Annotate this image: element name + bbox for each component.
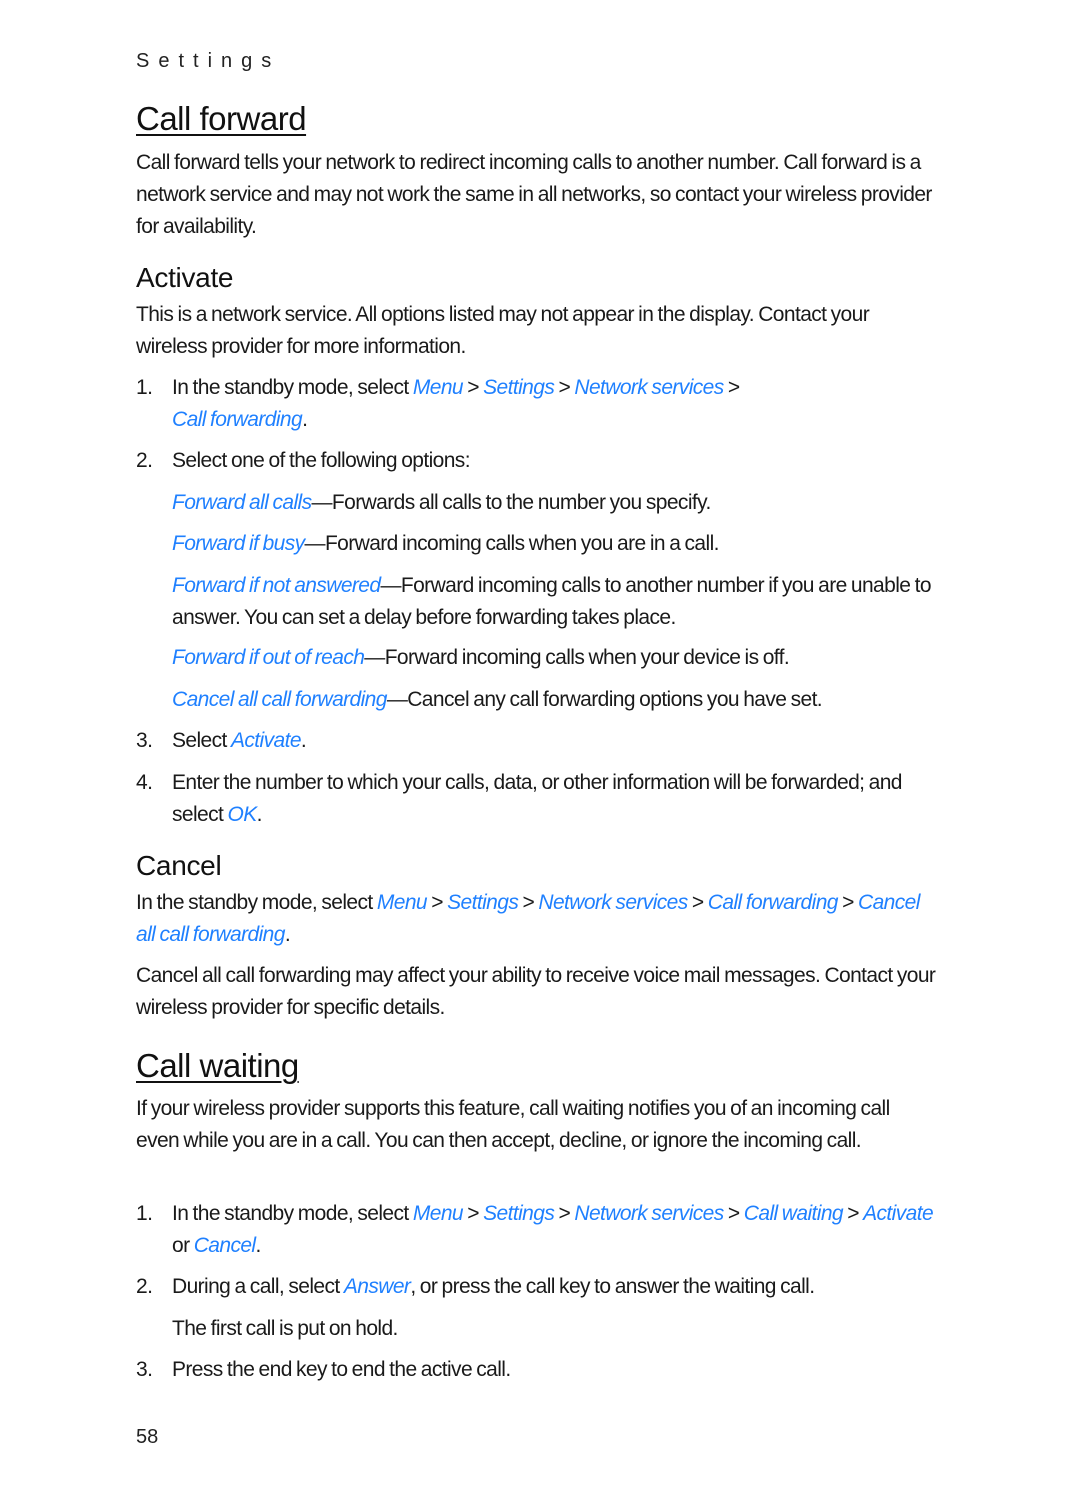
call-waiting-intro: If your wireless provider supports this … bbox=[136, 1097, 890, 1152]
option-desc: —Cancel any call forwarding options you … bbox=[386, 688, 823, 711]
step-number: 2. bbox=[136, 1275, 153, 1298]
option-link[interactable]: Cancel all call forwarding bbox=[172, 688, 387, 711]
call-waiting-link[interactable]: Call waiting bbox=[744, 1202, 844, 1225]
step-text: Select one of the following options: bbox=[172, 449, 471, 472]
step-number: 3. bbox=[136, 729, 153, 752]
separator: > bbox=[554, 376, 575, 399]
cancel-instructions: In the standby mode, select Menu > Setti… bbox=[136, 891, 920, 946]
period: . bbox=[256, 803, 263, 826]
or-text: or bbox=[172, 1234, 194, 1257]
page-number: 58 bbox=[136, 1426, 159, 1448]
period: . bbox=[302, 408, 308, 431]
cancel-note: Cancel all call forwarding may affect yo… bbox=[136, 964, 936, 1019]
step-text: In the standby mode, select bbox=[172, 1202, 413, 1225]
network-services-link[interactable]: Network services bbox=[574, 1202, 724, 1225]
period: . bbox=[255, 1234, 262, 1257]
call-forward-intro: Call forward tells your network to redir… bbox=[136, 151, 932, 238]
period: . bbox=[284, 923, 291, 946]
subsection-title-activate: Activate bbox=[136, 262, 234, 293]
settings-link[interactable]: Settings bbox=[483, 376, 555, 399]
separator: > bbox=[463, 376, 484, 399]
step-text: In the standby mode, select bbox=[172, 376, 413, 399]
step-text: Press the end key to end the active call… bbox=[172, 1358, 511, 1381]
ok-link[interactable]: OK bbox=[228, 803, 258, 826]
step-text: During a call, select bbox=[172, 1275, 344, 1298]
network-services-link[interactable]: Network services bbox=[574, 376, 724, 399]
option-link[interactable]: Forward if not answered bbox=[172, 574, 381, 597]
menu-link[interactable]: Menu bbox=[413, 376, 464, 399]
option-link[interactable]: Forward if busy bbox=[172, 532, 305, 555]
step-text-suffix: , or press the call key to answer the wa… bbox=[410, 1275, 815, 1298]
option-forward-if-busy: Forward if busy—Forward incoming calls w… bbox=[172, 528, 932, 560]
option-forward-all-calls: Forward all calls—Forwards all calls to … bbox=[172, 487, 932, 519]
option-desc: —Forwards all calls to the number you sp… bbox=[311, 491, 712, 514]
option-link[interactable]: Forward if out of reach bbox=[172, 646, 365, 669]
settings-link[interactable]: Settings bbox=[447, 891, 519, 914]
option-forward-if-out-of-reach: Forward if out of reach—Forward incoming… bbox=[172, 642, 932, 674]
call-forwarding-link[interactable]: Call forwarding bbox=[708, 891, 839, 914]
period: . bbox=[300, 729, 307, 752]
step-number: 1. bbox=[136, 376, 153, 399]
option-link[interactable]: Forward all calls bbox=[172, 491, 312, 514]
activate-link[interactable]: Activate bbox=[863, 1202, 934, 1225]
section-title-call-waiting: Call waiting bbox=[136, 1047, 299, 1084]
step-number: 1. bbox=[136, 1202, 153, 1225]
section-title-call-forward: Call forward bbox=[136, 100, 307, 137]
call-forwarding-link[interactable]: Call forwarding bbox=[172, 408, 303, 431]
call-waiting-step-2-note: The first call is put on hold. bbox=[172, 1317, 398, 1340]
settings-link[interactable]: Settings bbox=[483, 1202, 555, 1225]
step-text: Enter the number to which your calls, da… bbox=[172, 771, 902, 826]
answer-link[interactable]: Answer bbox=[344, 1275, 411, 1298]
activate-intro: This is a network service. All options l… bbox=[136, 303, 870, 358]
cancel-text: In the standby mode, select bbox=[136, 891, 377, 914]
separator: > bbox=[723, 376, 740, 399]
menu-link[interactable]: Menu bbox=[377, 891, 428, 914]
step-number: 4. bbox=[136, 771, 153, 794]
menu-link[interactable]: Menu bbox=[413, 1202, 464, 1225]
option-desc: —Forward incoming calls when your device… bbox=[364, 646, 790, 669]
step-number: 3. bbox=[136, 1358, 153, 1381]
step-number: 2. bbox=[136, 449, 153, 472]
activate-link[interactable]: Activate bbox=[231, 729, 302, 752]
running-head: Settings bbox=[136, 50, 281, 72]
option-cancel-all-call-forwarding: Cancel all call forwarding—Cancel any ca… bbox=[172, 684, 932, 716]
step-text: Select bbox=[172, 729, 231, 752]
option-forward-if-not-answered: Forward if not answered—Forward incoming… bbox=[172, 570, 932, 634]
cancel-link[interactable]: Cancel bbox=[194, 1234, 256, 1257]
subsection-title-cancel: Cancel bbox=[136, 850, 222, 881]
option-desc: —Forward incoming calls when you are in … bbox=[304, 532, 720, 555]
network-services-link[interactable]: Network services bbox=[538, 891, 688, 914]
